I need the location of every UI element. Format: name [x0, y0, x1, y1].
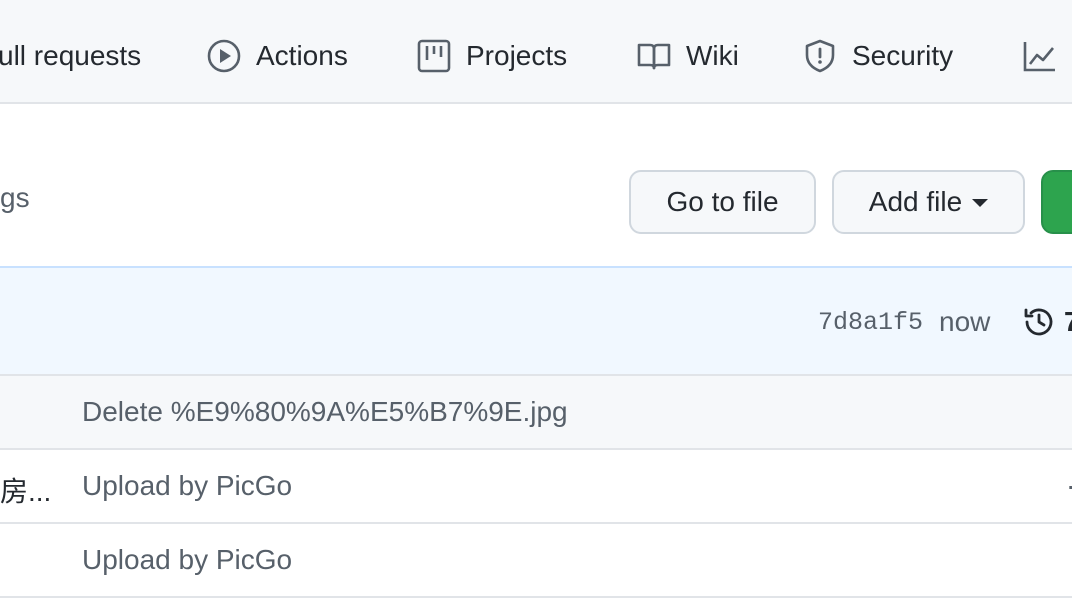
commit-age-fragment: ·: [1066, 470, 1072, 502]
branch-tags-link[interactable]: gs: [0, 182, 30, 214]
tab-label: Actions: [256, 40, 348, 71]
tab-label: ull requests: [0, 40, 142, 71]
tab-wiki[interactable]: Wiki: [636, 36, 739, 76]
add-file-button[interactable]: Add file: [832, 170, 1025, 234]
table-row: Upload by PicGo: [0, 524, 1072, 598]
repo-nav: ull requests Actions Projects Wiki Secur…: [0, 0, 1072, 104]
commit-message-link[interactable]: Delete %E9%80%9A%E5%B7%9E.jpg: [82, 396, 568, 428]
tab-projects[interactable]: Projects: [416, 36, 567, 76]
commit-count[interactable]: 7: [1064, 306, 1072, 338]
file-name-link[interactable]: 房...: [0, 470, 51, 510]
commit-message-link[interactable]: Upload by PicGo: [82, 544, 292, 576]
go-to-file-button[interactable]: Go to file: [629, 170, 816, 234]
code-button[interactable]: [1041, 170, 1072, 234]
history-icon[interactable]: [1022, 305, 1056, 339]
commit-message-link[interactable]: Upload by PicGo: [82, 470, 292, 502]
commit-sha-link[interactable]: 7d8a1f5: [818, 308, 923, 337]
tab-insights[interactable]: [1022, 36, 1072, 76]
book-icon: [636, 38, 672, 74]
go-to-file-label: Go to file: [666, 186, 779, 217]
tab-label: Security: [852, 40, 954, 71]
tab-label: Wiki: [686, 40, 739, 71]
project-board-icon: [416, 38, 452, 74]
shield-icon: [802, 38, 838, 74]
graph-icon: [1022, 38, 1058, 74]
table-row: Delete %E9%80%9A%E5%B7%9E.jpg: [0, 376, 1072, 450]
table-row: 房... Upload by PicGo ·: [0, 450, 1072, 524]
tab-security[interactable]: Security: [802, 36, 953, 76]
add-file-label: Add file: [868, 186, 963, 217]
chevron-down-icon: [972, 199, 989, 207]
tab-label: Projects: [466, 40, 568, 71]
commit-time: now: [939, 306, 991, 337]
tab-pull-requests[interactable]: ull requests: [0, 36, 141, 76]
play-circle-icon: [206, 38, 242, 74]
tab-actions[interactable]: Actions: [206, 36, 348, 76]
